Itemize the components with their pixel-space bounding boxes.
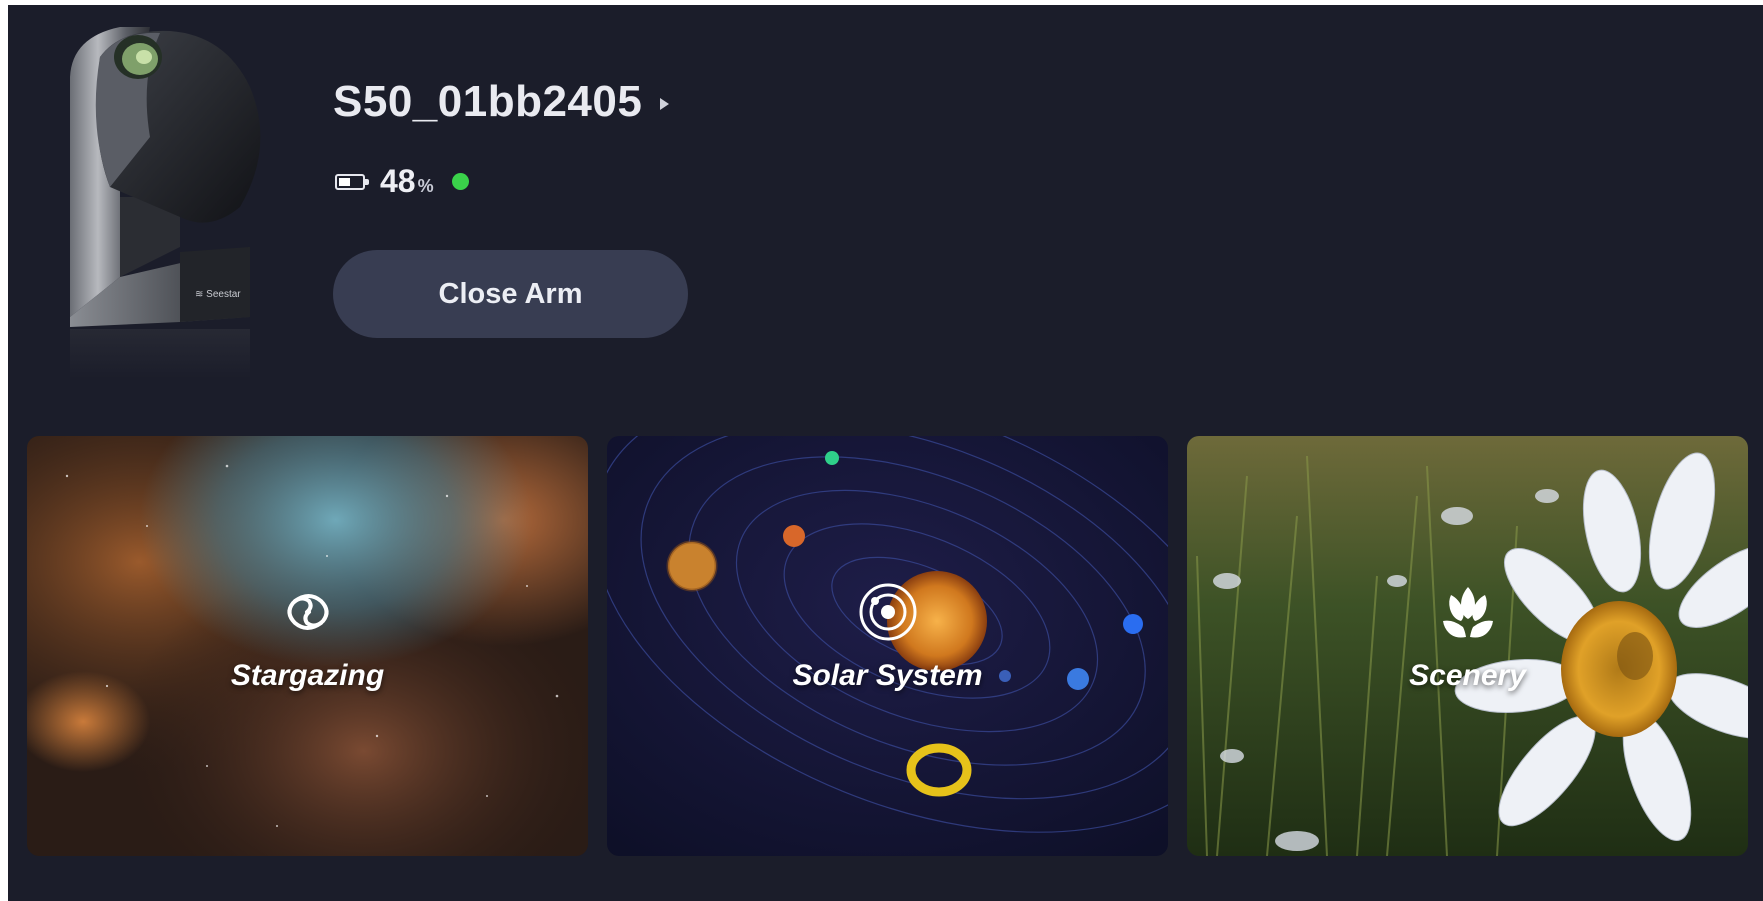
- mode-label-stargazing: Stargazing: [230, 659, 385, 692]
- battery-unit: %: [417, 176, 434, 196]
- chevron-right-icon: [660, 98, 670, 110]
- battery-icon: [335, 173, 369, 190]
- app-window: ≋ Seestar S50_01bb2405 48 % Close Arm St…: [8, 5, 1763, 901]
- mode-label-scenery: Scenery: [1409, 659, 1526, 692]
- mode-card-content: Scenery: [1187, 581, 1748, 693]
- battery-status: 48 %: [335, 163, 469, 200]
- solar-system-icon: [859, 583, 916, 641]
- mode-card-stargazing[interactable]: Stargazing: [27, 436, 588, 856]
- mode-card-content: Solar System: [607, 581, 1168, 693]
- battery-level-fill: [339, 177, 350, 186]
- connection-status-dot: [451, 173, 469, 190]
- mode-card-solar-system[interactable]: Solar System: [607, 436, 1168, 856]
- close-arm-button[interactable]: Close Arm: [333, 250, 688, 338]
- device-name: S50_01bb2405: [333, 77, 643, 126]
- telescope-device-image: ≋ Seestar: [70, 27, 261, 379]
- mode-label-solar-system: Solar System: [792, 659, 983, 692]
- mode-card-content: Stargazing: [27, 581, 588, 693]
- battery-percent: 48: [380, 163, 416, 199]
- device-name-link[interactable]: S50_01bb2405: [333, 77, 670, 127]
- galaxy-icon: [287, 594, 328, 630]
- mode-card-scenery[interactable]: Scenery: [1187, 436, 1748, 856]
- flower-icon: [1442, 587, 1493, 638]
- svg-text:≋ Seestar: ≋ Seestar: [195, 289, 241, 300]
